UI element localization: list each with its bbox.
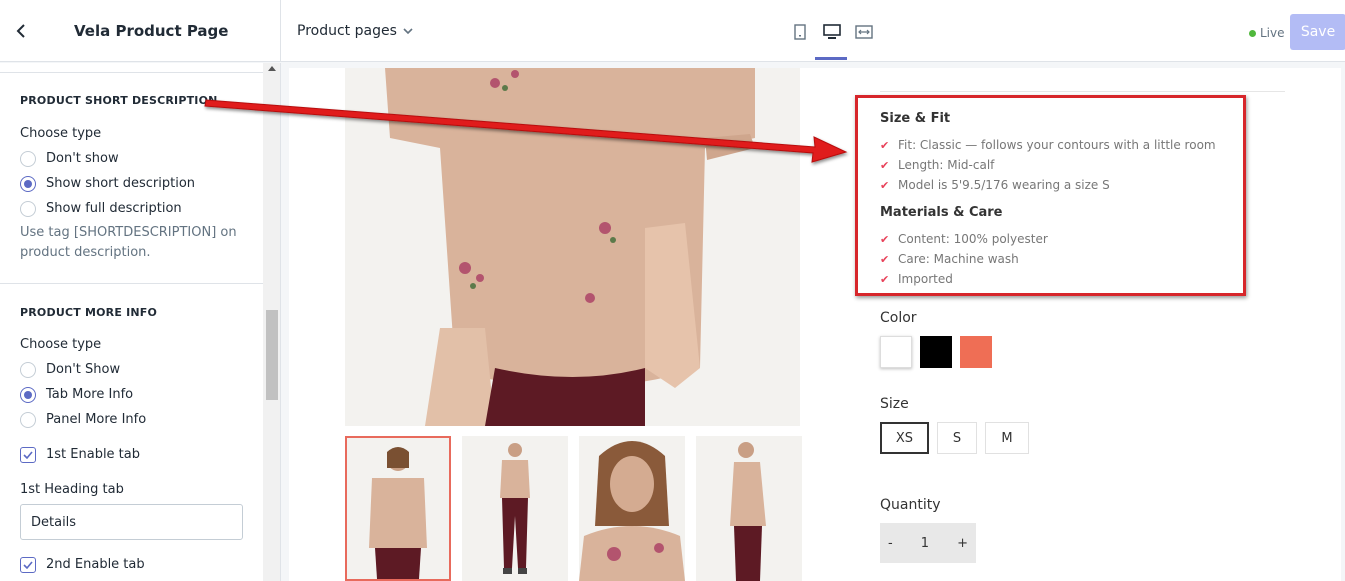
annotation-arrow: [204, 99, 848, 163]
